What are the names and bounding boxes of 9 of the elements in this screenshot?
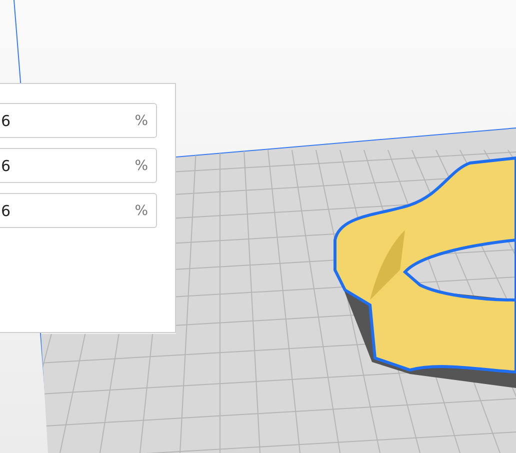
field-value: 6	[1, 112, 11, 130]
unit-label: %	[134, 112, 148, 128]
field-value: 6	[1, 156, 11, 174]
unit-label: %	[134, 158, 148, 174]
scale-field[interactable]: 6 %	[0, 148, 157, 183]
field-value: 6	[1, 202, 11, 220]
scale-field[interactable]: 6 %	[0, 193, 157, 228]
scale-field[interactable]: 6 %	[0, 103, 157, 138]
unit-label: %	[134, 202, 148, 218]
